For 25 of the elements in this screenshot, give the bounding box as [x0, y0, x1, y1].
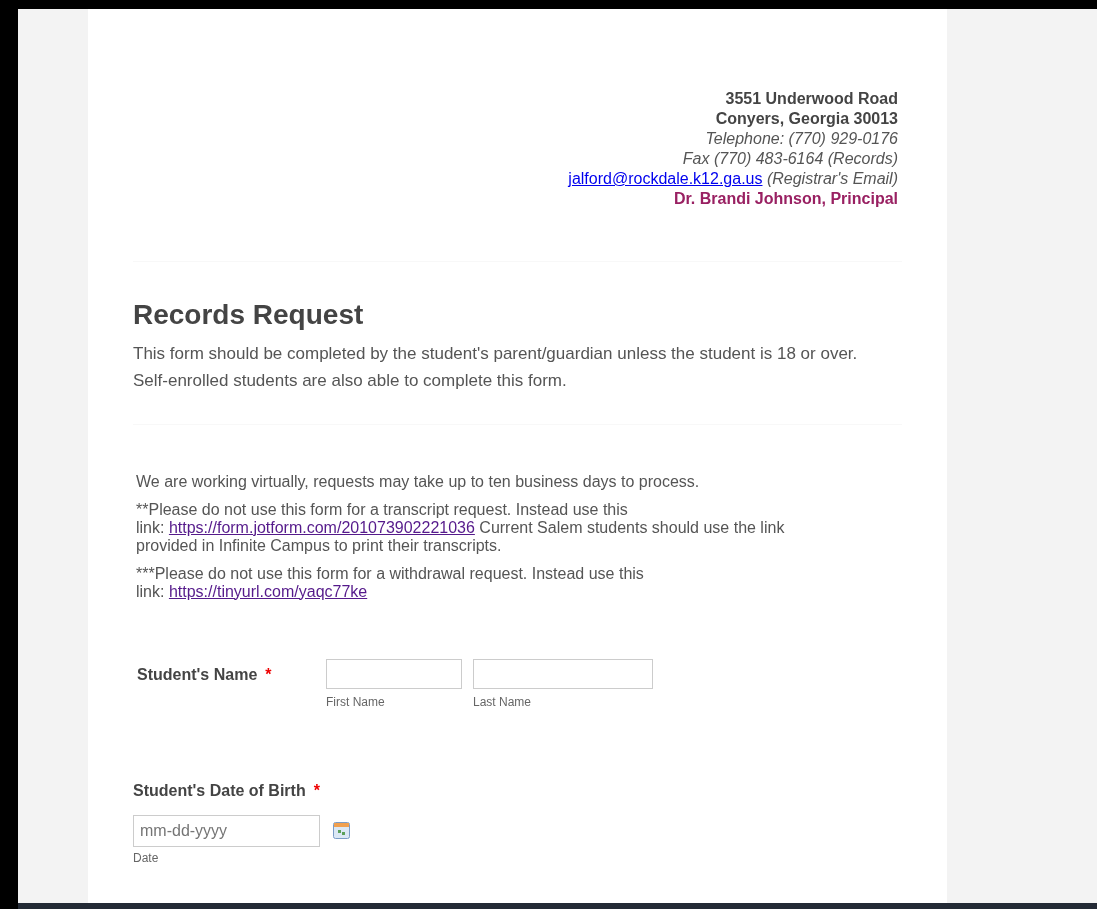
- email-link[interactable]: jalford@rockdale.k12.ga.us: [568, 170, 763, 187]
- text-input[interactable]: [326, 658, 462, 689]
- form-title: Records Request: [133, 298, 365, 332]
- calendar-icon[interactable]: [333, 822, 350, 840]
- principal-name: Dr. Brandi Johnson, Principal: [672, 189, 898, 209]
- date-input[interactable]: mm-dd-yyyy: [133, 814, 320, 847]
- field-sublabel: Date: [133, 849, 160, 867]
- form-description: This form should be completed by the student's parent/guardian unless the student is 18 or over. Self-enrolled students are also able to complete this form.: [133, 342, 859, 392]
- required-mark: *: [265, 665, 272, 683]
- text-input[interactable]: [473, 658, 653, 689]
- contact-line: Telephone: (770) 929-0176: [704, 129, 898, 149]
- email-caption: (Registrar's Email): [765, 170, 898, 187]
- field-label: Student's Name *: [137, 664, 273, 685]
- notice-text: ***Please do not use this form for a withdrawal request. Instead use this link: https://tinyurl.com/yaqc77ke: [136, 564, 645, 601]
- address-line: 3551 Underwood Road: [724, 89, 898, 109]
- field-sublabel: First Name: [326, 693, 386, 711]
- field-label: Student's Date of Birth *: [133, 780, 321, 801]
- field-sublabel: Last Name: [473, 693, 533, 711]
- notice-text: We are working virtually, requests may take up to ten business days to process.: [136, 472, 701, 491]
- notice-text: **Please do not use this form for a transcript request. Instead use this link: https://form.jotform.com/201073902221036 Current Salem students should use the link provided in Infinite Campus to print their transcripts.: [136, 500, 786, 555]
- contact-line: Fax (770) 483-6164 (Records): [681, 149, 898, 169]
- address-line: Conyers, Georgia 30013: [714, 109, 898, 129]
- required-mark: *: [313, 781, 320, 799]
- notice-link[interactable]: https://tinyurl.com/yaqc77ke: [168, 582, 368, 600]
- notice-link[interactable]: https://form.jotform.com/201073902221036: [168, 518, 475, 536]
